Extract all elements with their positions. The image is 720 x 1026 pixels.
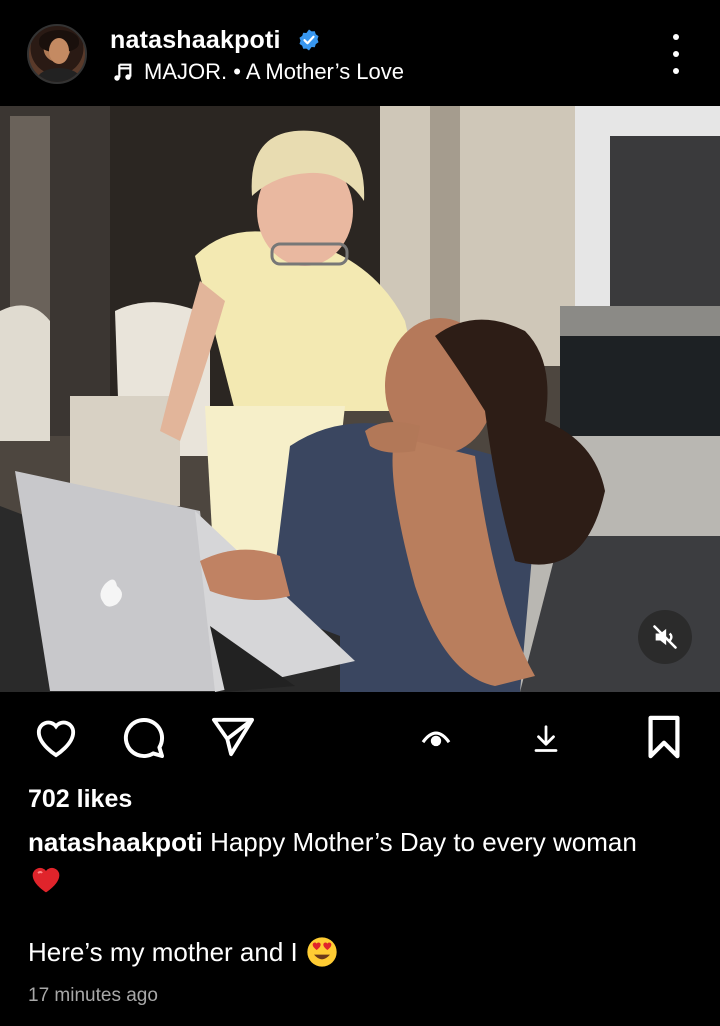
heart-eyes-emoji bbox=[307, 937, 337, 967]
eye-icon[interactable] bbox=[420, 724, 452, 750]
paper-plane-icon[interactable] bbox=[210, 716, 256, 758]
video-frame bbox=[0, 106, 720, 692]
heart-outline-icon[interactable] bbox=[33, 716, 79, 758]
avatar[interactable] bbox=[27, 24, 87, 84]
caption-line-2: Here’s my mother and I bbox=[28, 936, 338, 968]
caption: natashaakpoti Happy Mother’s Day to ever… bbox=[28, 826, 688, 858]
caption-text: Happy Mother’s Day to every woman bbox=[210, 827, 637, 857]
more-options-button[interactable] bbox=[664, 34, 688, 74]
post-video[interactable] bbox=[0, 106, 720, 692]
more-vertical-icon bbox=[673, 34, 679, 40]
caption-username[interactable]: natashaakpoti bbox=[28, 827, 203, 857]
caption-line-2-text: Here’s my mother and I bbox=[28, 937, 298, 967]
music-row[interactable]: MAJOR. • A Mother’s Love bbox=[112, 58, 404, 86]
post-timestamp: 17 minutes ago bbox=[28, 985, 158, 1006]
likes-count[interactable]: 702 likes bbox=[28, 785, 132, 814]
music-label: MAJOR. • A Mother’s Love bbox=[144, 59, 405, 84]
comment-bubble-icon[interactable] bbox=[120, 716, 168, 760]
download-icon[interactable] bbox=[531, 722, 561, 754]
music-note-icon bbox=[114, 63, 132, 81]
volume-muted-icon bbox=[653, 625, 677, 649]
verified-badge-icon bbox=[299, 29, 319, 51]
red-heart-emoji bbox=[32, 867, 60, 893]
bookmark-icon[interactable] bbox=[644, 714, 684, 760]
post-header: natashaakpoti MAJOR. • A Mother’s Love bbox=[0, 0, 720, 106]
username[interactable]: natashaakpoti bbox=[110, 26, 281, 55]
mute-button[interactable] bbox=[638, 610, 692, 664]
action-bar bbox=[0, 692, 720, 782]
